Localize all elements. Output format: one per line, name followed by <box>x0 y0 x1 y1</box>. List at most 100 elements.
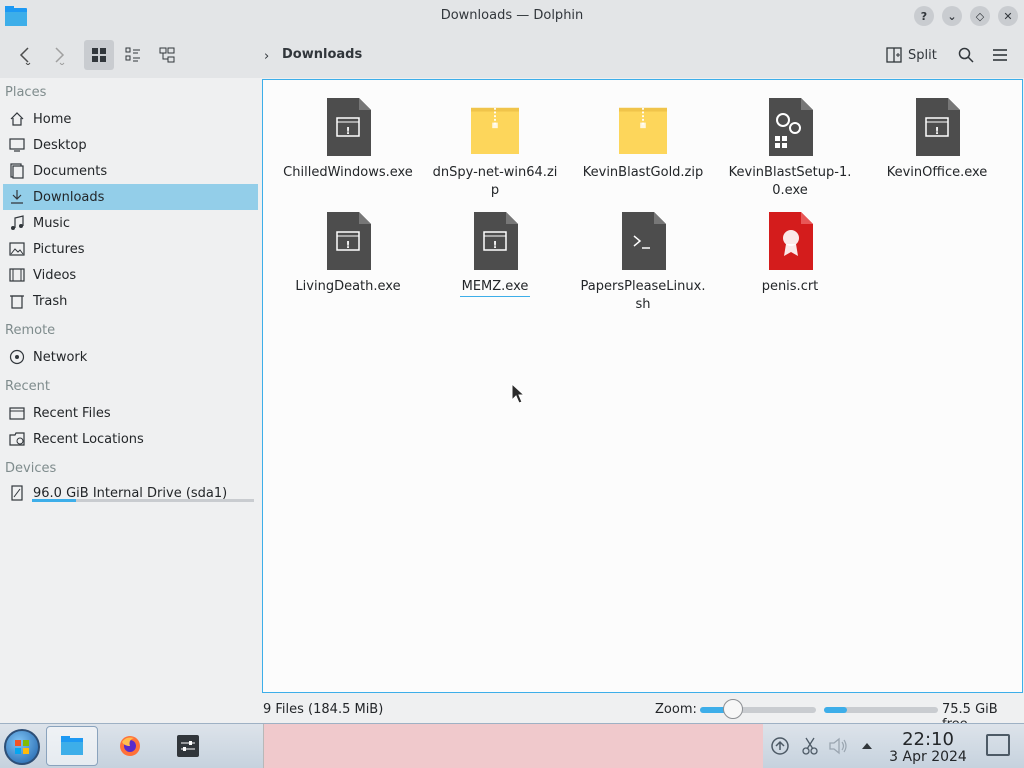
split-view-icon <box>886 47 902 63</box>
zip-archive-icon <box>619 92 667 156</box>
sidebar-item-desktop[interactable]: Desktop <box>3 132 258 158</box>
zoom-slider[interactable] <box>700 707 816 713</box>
toolbar: › Downloads Split <box>0 32 1024 78</box>
taskbar: 22:10 3 Apr 2024 <box>0 723 1024 768</box>
sidebar-item-internal-drive[interactable]: 96.0 GiB Internal Drive (sda1) <box>3 480 258 506</box>
sidebar-item-recent-locations[interactable]: Recent Locations <box>3 426 258 452</box>
close-button[interactable]: ✕ <box>998 6 1018 26</box>
hamburger-menu-icon <box>993 49 1007 61</box>
file-name: KevinOffice.exe <box>886 165 988 180</box>
sidebar-item-label: Recent Locations <box>33 431 144 447</box>
forward-button[interactable] <box>44 40 74 70</box>
window-title: Downloads — Dolphin <box>440 8 584 23</box>
sidebar-item-label: Downloads <box>33 189 105 205</box>
taskbar-firefox[interactable] <box>104 726 156 766</box>
sidebar-item-downloads[interactable]: Downloads <box>3 184 258 210</box>
menu-button[interactable] <box>986 40 1014 70</box>
close-icon: ✕ <box>1003 9 1013 23</box>
network-icon <box>9 349 25 365</box>
file-name: LivingDeath.exe <box>295 279 401 294</box>
free-space-fill <box>824 707 847 713</box>
downloads-icon <box>11 190 23 204</box>
sidebar-item-label: Trash <box>33 293 68 309</box>
file-name: KevinBlastSetup-1.0.exe <box>728 165 852 198</box>
file-name: dnSpy-net-win64.zip <box>432 165 558 198</box>
breadcrumb-chevron-icon[interactable]: › <box>264 49 269 64</box>
file-name: PapersPleaseLinux.sh <box>580 279 706 312</box>
search-button[interactable] <box>952 40 980 70</box>
compact-view-button[interactable] <box>118 40 148 70</box>
breadcrumb-downloads[interactable]: Downloads <box>282 47 362 62</box>
clock-time[interactable]: 22:10 <box>898 729 958 750</box>
back-button[interactable] <box>10 40 40 70</box>
videos-icon <box>9 268 25 282</box>
maximize-button[interactable]: ◇ <box>970 6 990 26</box>
sidebar-item-label: Network <box>33 349 88 365</box>
firefox-icon <box>120 736 140 756</box>
folder-icon <box>61 736 83 755</box>
sidebar-item-recent-files[interactable]: Recent Files <box>3 400 258 426</box>
section-recent: Recent <box>5 379 50 394</box>
start-menu-button[interactable] <box>4 729 40 765</box>
svg-text:!: ! <box>346 126 351 137</box>
sidebar-item-label: Videos <box>33 267 77 283</box>
speaker-icon <box>829 737 847 755</box>
help-icon: ? <box>920 9 928 23</box>
scissors-icon <box>802 737 818 755</box>
status-bar: 9 Files (184.5 MiB) Zoom: 75.5 GiB free <box>0 697 1024 732</box>
sidebar-item-pictures[interactable]: Pictures <box>3 236 258 262</box>
minimize-button[interactable]: ⌄ <box>942 6 962 26</box>
drive-usage-bar <box>32 499 254 502</box>
sidebar-item-trash[interactable]: Trash <box>3 288 258 314</box>
maximize-icon: ◇ <box>975 9 985 23</box>
taskbar-dolphin[interactable] <box>46 726 98 766</box>
home-icon <box>10 112 24 126</box>
recent-locations-icon <box>9 432 25 446</box>
section-devices: Devices <box>5 461 57 476</box>
volume-tray-icon[interactable] <box>828 736 848 756</box>
file-item[interactable]: ! ChilledWindows.exe <box>278 92 418 182</box>
sidebar-item-music[interactable]: Music <box>3 210 258 236</box>
mouse-pointer-icon <box>511 383 526 404</box>
svg-text:!: ! <box>493 240 498 251</box>
icons-view-button[interactable] <box>84 40 114 70</box>
drive-usage-fill <box>32 499 77 502</box>
split-button[interactable]: Split <box>886 40 937 70</box>
show-desktop-button[interactable] <box>986 734 1010 756</box>
details-view-button[interactable] <box>152 40 182 70</box>
screenshot-tray-icon[interactable] <box>800 736 820 756</box>
file-item[interactable]: dnSpy-net-win64.zip <box>425 92 565 200</box>
section-remote: Remote <box>5 323 56 338</box>
tray-expand-button[interactable] <box>857 736 877 756</box>
file-item[interactable]: KevinBlastGold.zip <box>573 92 713 182</box>
file-item[interactable]: ! KevinOffice.exe <box>867 92 1007 182</box>
file-count-summary: 9 Files (184.5 MiB) <box>263 702 384 717</box>
pictures-icon <box>9 242 25 256</box>
sidebar-item-network[interactable]: Network <box>3 344 258 370</box>
trash-icon <box>10 295 24 309</box>
help-button[interactable]: ? <box>914 6 934 26</box>
sidebar-item-label: Documents <box>33 163 108 179</box>
file-item[interactable]: PapersPleaseLinux.sh <box>573 206 713 314</box>
sidebar-item-label: Home <box>33 111 72 127</box>
windows-logo-icon <box>15 740 29 754</box>
file-name: MEMZ.exe <box>459 278 531 297</box>
file-item[interactable]: KevinBlastSetup-1.0.exe <box>720 92 860 200</box>
file-name: penis.crt <box>761 279 819 294</box>
file-item[interactable]: ! LivingDeath.exe <box>278 206 418 296</box>
executable-file-icon: ! <box>324 92 372 156</box>
file-item[interactable]: ! MEMZ.exe <box>425 206 565 297</box>
svg-text:!: ! <box>346 240 351 251</box>
file-item[interactable]: penis.crt <box>720 206 860 296</box>
sidebar-item-label: Pictures <box>33 241 85 257</box>
file-view[interactable]: ! ChilledWindows.exe dnSpy-net-win64.zip… <box>262 79 1023 693</box>
clock-date[interactable]: 3 Apr 2024 <box>880 749 976 765</box>
sidebar-item-documents[interactable]: Documents <box>3 158 258 184</box>
music-icon <box>11 215 24 230</box>
taskbar-system-settings[interactable] <box>162 726 214 766</box>
sidebar-item-videos[interactable]: Videos <box>3 262 258 288</box>
sidebar-item-home[interactable]: Home <box>3 106 258 132</box>
updates-tray-icon[interactable] <box>770 736 790 756</box>
shell-script-icon <box>619 206 667 270</box>
zoom-slider-handle[interactable] <box>723 699 743 719</box>
